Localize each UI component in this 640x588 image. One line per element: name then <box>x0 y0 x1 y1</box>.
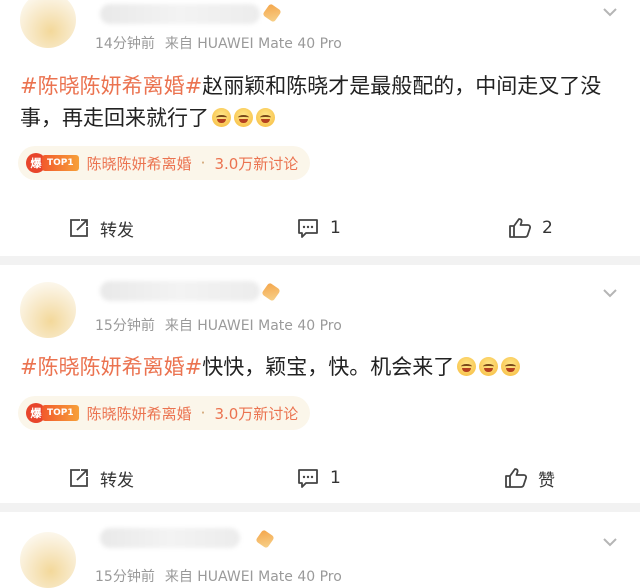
avatar[interactable] <box>20 0 76 48</box>
topic-name: 陈晓陈妍希离婚 <box>86 154 192 173</box>
post-meta: 15分钟前 来自 HUAWEI Mate 40 Pro <box>95 566 342 586</box>
like-button[interactable]: 2 <box>508 208 553 248</box>
user-badge-icon <box>262 3 282 23</box>
username-blurred[interactable] <box>100 4 260 24</box>
post-content: #陈晓陈妍希离婚#赵丽颖和陈晓才是最般配的，中间走叉了没事，再走回来就行了 <box>20 70 622 134</box>
post-time: 15分钟前 <box>95 318 155 334</box>
topic-name: 陈晓陈妍希离婚 <box>86 404 192 423</box>
chevron-down-icon[interactable] <box>600 532 620 552</box>
chevron-down-icon[interactable] <box>600 2 620 22</box>
repost-button[interactable]: 转发 <box>68 208 134 248</box>
post-card: 14分钟前 来自 HUAWEI Mate 40 Pro #陈晓陈妍希离婚#赵丽颖和… <box>0 0 640 262</box>
post-card: 15分钟前 来自 HUAWEI Mate 40 Pro #陈晓陈妍希离婚#快快，颖… <box>0 265 640 503</box>
post-content: #陈晓陈妍希离婚#快快，颖宝，快。机会来了 <box>20 351 622 383</box>
post-text: 快快，颖宝，快。机会来了 <box>202 355 455 379</box>
repost-icon <box>70 219 88 237</box>
action-bar: 转发 1 赞 <box>0 458 640 498</box>
hashtag-link[interactable]: #陈晓陈妍希离婚# <box>20 74 202 98</box>
thumbs-up-icon <box>509 218 532 238</box>
user-badge-icon <box>255 529 275 549</box>
comment-count: 1 <box>330 218 341 238</box>
hashtag-link[interactable]: #陈晓陈妍希离婚# <box>20 355 202 379</box>
post-card: 15分钟前 来自 HUAWEI Mate 40 Pro <box>0 512 640 588</box>
comment-button[interactable]: 1 <box>296 458 341 498</box>
laughing-emoji-icon <box>234 108 253 127</box>
topic-discussion-count: 3.0万新讨论 <box>214 404 299 423</box>
repost-label: 转发 <box>100 470 134 491</box>
repost-button[interactable]: 转发 <box>68 458 134 498</box>
repost-icon <box>70 469 88 487</box>
topic-card[interactable]: 爆 TOP1 陈晓陈妍希离婚 · 3.0万新讨论 <box>18 396 311 430</box>
comment-icon <box>298 219 318 238</box>
post-source: 来自 HUAWEI Mate 40 Pro <box>164 318 342 334</box>
comment-count: 1 <box>330 468 341 488</box>
username-blurred[interactable] <box>100 528 240 548</box>
post-time: 15分钟前 <box>95 569 155 585</box>
action-bar: 转发 1 2 <box>0 208 640 248</box>
laughing-emoji-icon <box>212 108 231 127</box>
post-source: 来自 HUAWEI Mate 40 Pro <box>164 569 342 585</box>
post-divider <box>0 503 640 512</box>
like-label: 赞 <box>538 470 555 491</box>
chevron-down-icon[interactable] <box>600 283 620 303</box>
thumbs-up-icon <box>505 468 528 488</box>
separator-dot: · <box>200 154 206 172</box>
rank-badge: TOP1 <box>42 405 79 421</box>
like-button[interactable]: 赞 <box>504 458 555 498</box>
avatar[interactable] <box>20 532 76 588</box>
rank-badge: TOP1 <box>42 155 79 171</box>
post-meta: 15分钟前 来自 HUAWEI Mate 40 Pro <box>95 315 342 335</box>
topic-discussion-count: 3.0万新讨论 <box>214 154 299 173</box>
topic-card[interactable]: 爆 TOP1 陈晓陈妍希离婚 · 3.0万新讨论 <box>18 146 311 180</box>
separator-dot: · <box>200 404 206 422</box>
comment-button[interactable]: 1 <box>296 208 341 248</box>
laughing-emoji-icon <box>256 108 275 127</box>
laughing-emoji-icon <box>479 357 499 376</box>
post-divider <box>0 256 640 265</box>
post-meta: 14分钟前 来自 HUAWEI Mate 40 Pro <box>95 33 342 53</box>
username-blurred[interactable] <box>100 281 260 301</box>
post-time: 14分钟前 <box>95 36 155 52</box>
user-badge-icon <box>261 282 281 302</box>
like-count: 2 <box>542 218 553 238</box>
repost-label: 转发 <box>100 220 134 241</box>
laughing-emoji-icon <box>457 357 477 376</box>
laughing-emoji-icon <box>501 357 521 376</box>
avatar[interactable] <box>20 282 76 338</box>
post-source: 来自 HUAWEI Mate 40 Pro <box>164 36 342 52</box>
comment-icon <box>298 469 318 488</box>
